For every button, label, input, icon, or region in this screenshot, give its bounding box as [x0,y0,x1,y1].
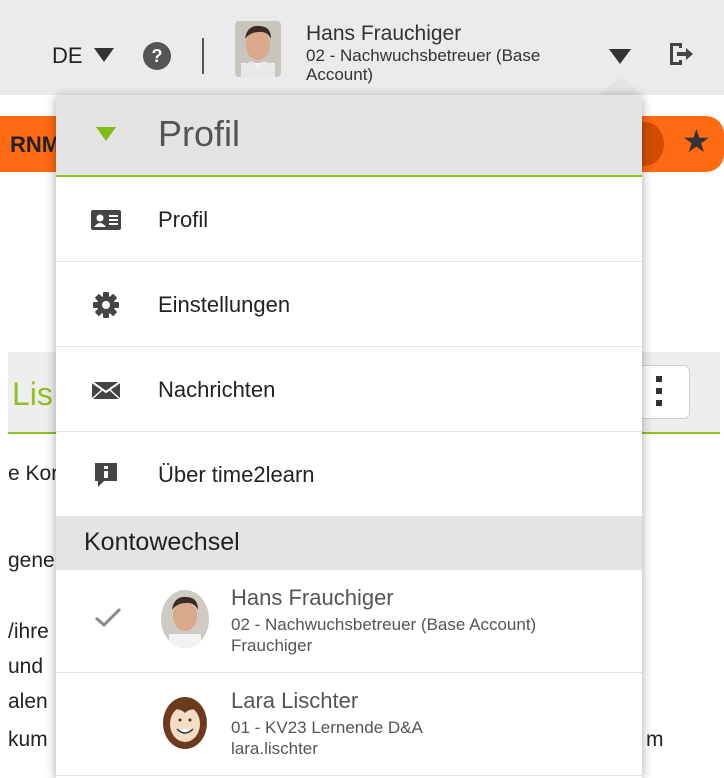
menu-item-label: Profil [158,207,209,232]
account-username: lara.lischter [231,739,318,758]
background-text: m [646,728,664,751]
account-avatar [161,693,209,751]
account-item-lara[interactable]: Lara Lischter 01 - KV23 Lernende D&A lar… [56,673,642,776]
menu-item-label: Nachrichten [158,377,276,402]
envelope-icon [90,376,122,404]
gear-icon [90,291,122,319]
dropdown-title: Profil [158,113,241,154]
user-avatar[interactable] [235,21,281,77]
account-role: 02 - Nachwuchsbetreuer (Base Account) [231,615,537,634]
user-menu-caret-icon[interactable] [609,49,631,64]
menu-item-einstellungen[interactable]: Einstellungen [56,262,642,347]
nav-partial-text: RNM [10,132,61,157]
menu-item-nachrichten[interactable]: Nachrichten [56,347,642,432]
user-name[interactable]: Hans Frauchiger [306,22,461,46]
account-role: 01 - KV23 Lernende D&A [231,718,423,737]
background-text: e Kor [8,462,59,485]
user-role[interactable]: 02 - Nachwuchsbetreuer (Base Account) [306,46,606,84]
menu-item-label: Über time2learn [158,462,315,487]
star-icon[interactable]: ★ [682,122,711,160]
background-text: /ihre [8,620,49,643]
info-icon [90,461,122,489]
list-panel-title: Lis [12,376,53,412]
account-username: Frauchiger [231,636,313,655]
account-item-hans[interactable]: Hans Frauchiger 02 - Nachwuchsbetreuer (… [56,570,642,673]
help-icon[interactable]: ? [143,42,171,70]
dropdown-pointer [599,76,643,96]
language-selector[interactable]: DE [52,43,83,69]
account-avatar [161,590,209,648]
menu-item-profil[interactable]: Profil [56,177,642,262]
id-card-icon [90,206,122,234]
logout-icon[interactable] [666,40,696,68]
background-text: kum [8,728,48,751]
check-icon [94,606,122,628]
account-switch-section: Kontowechsel [56,516,642,570]
header-divider [202,38,204,74]
account-name: Lara Lischter [231,688,359,713]
collapse-caret-icon[interactable] [96,127,116,141]
profile-dropdown: Profil Profil Einstellungen Nachrichten … [56,95,642,778]
section-title: Kontowechsel [84,528,240,556]
background-text: gene [8,549,55,572]
background-text: und [8,655,44,678]
menu-item-ueber[interactable]: Über time2learn [56,432,642,517]
background-text: alen [8,690,48,713]
menu-item-label: Einstellungen [158,292,291,317]
language-caret-icon[interactable] [94,48,114,62]
account-name: Hans Frauchiger [231,585,394,610]
kebab-menu-icon[interactable] [656,376,662,406]
dropdown-header[interactable]: Profil [56,95,642,177]
